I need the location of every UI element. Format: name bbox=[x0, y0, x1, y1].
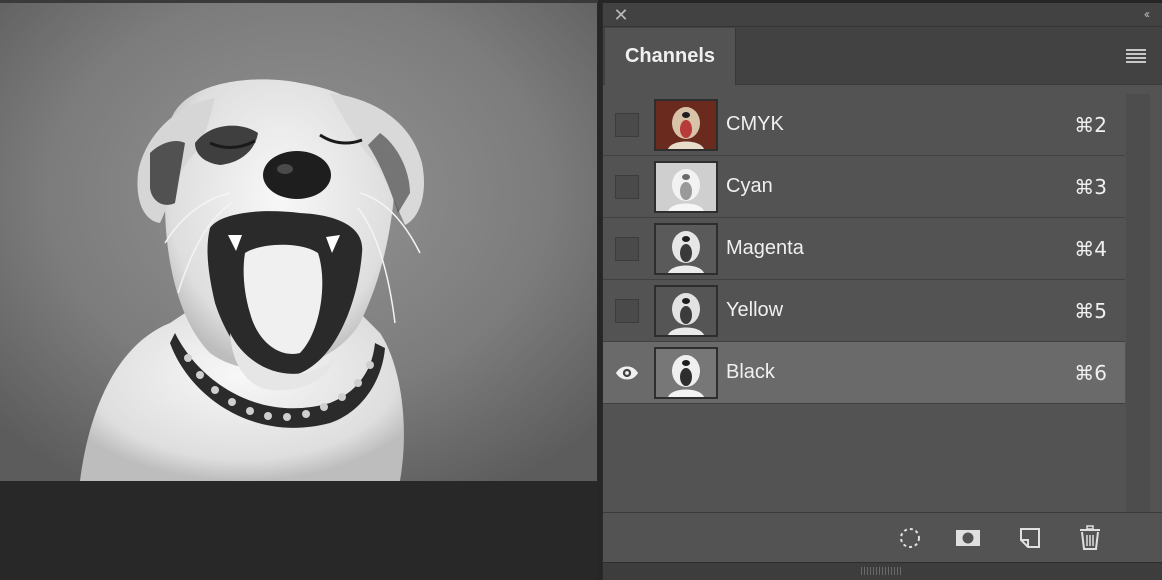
channel-thumbnail-cmyk bbox=[654, 98, 718, 151]
visibility-toggle[interactable] bbox=[615, 298, 639, 323]
panel-tabbar: Channels bbox=[603, 27, 1162, 85]
channel-row-black[interactable]: Black ⌘6 bbox=[603, 342, 1125, 404]
channel-thumbnail-cyan bbox=[654, 160, 718, 213]
panel-footer bbox=[603, 512, 1162, 562]
collapse-icon[interactable]: ‹‹ bbox=[1144, 7, 1150, 21]
save-selection-icon[interactable] bbox=[955, 525, 981, 551]
visibility-toggle[interactable] bbox=[615, 112, 639, 137]
close-icon[interactable]: ✕ bbox=[613, 6, 629, 24]
channel-thumbnail-magenta bbox=[654, 222, 718, 275]
visibility-toggle[interactable] bbox=[615, 174, 639, 199]
channel-row-cmyk[interactable]: CMYK ⌘2 bbox=[603, 94, 1125, 156]
channel-row-yellow[interactable]: Yellow ⌘5 bbox=[603, 280, 1125, 342]
visibility-toggle[interactable] bbox=[615, 236, 639, 261]
document-image[interactable] bbox=[0, 3, 597, 481]
channel-thumbnail-black bbox=[654, 346, 718, 399]
delete-channel-icon[interactable] bbox=[1077, 525, 1103, 551]
load-selection-icon[interactable] bbox=[897, 525, 923, 551]
channels-panel: ✕ ‹‹ Channels CMYK ⌘2 Cyan ⌘3 Magenta ⌘4… bbox=[602, 3, 1162, 580]
channel-row-cyan[interactable]: Cyan ⌘3 bbox=[603, 156, 1125, 218]
new-channel-icon[interactable] bbox=[1017, 525, 1043, 551]
panel-scrollbar[interactable] bbox=[1126, 94, 1150, 512]
panel-menu-icon[interactable] bbox=[1126, 49, 1146, 63]
eye-icon[interactable] bbox=[615, 361, 639, 385]
channel-name: Magenta bbox=[726, 237, 804, 259]
panel-resize-bar[interactable] bbox=[603, 562, 1162, 580]
channel-shortcut: ⌘6 bbox=[1074, 360, 1107, 385]
channel-shortcut: ⌘2 bbox=[1074, 112, 1107, 137]
resize-grip-icon[interactable] bbox=[861, 567, 901, 575]
channel-shortcut: ⌘3 bbox=[1074, 174, 1107, 199]
channel-name: Cyan bbox=[726, 175, 773, 197]
channel-thumbnail-yellow bbox=[654, 284, 718, 337]
channel-name: Yellow bbox=[726, 299, 784, 321]
panel-titlebar: ✕ ‹‹ bbox=[603, 3, 1162, 27]
channel-name: CMYK bbox=[726, 113, 784, 135]
tab-channels[interactable]: Channels bbox=[605, 28, 736, 85]
tab-channels-label: Channels bbox=[624, 45, 716, 67]
channel-row-magenta[interactable]: Magenta ⌘4 bbox=[603, 218, 1125, 280]
channel-list: CMYK ⌘2 Cyan ⌘3 Magenta ⌘4 Yellow ⌘5 Bla… bbox=[603, 94, 1125, 404]
channel-shortcut: ⌘5 bbox=[1074, 298, 1107, 323]
dog-photo-black-channel bbox=[0, 3, 597, 481]
channel-shortcut: ⌘4 bbox=[1074, 236, 1107, 261]
document-canvas-area bbox=[0, 0, 598, 580]
channel-name: Black bbox=[726, 361, 775, 383]
